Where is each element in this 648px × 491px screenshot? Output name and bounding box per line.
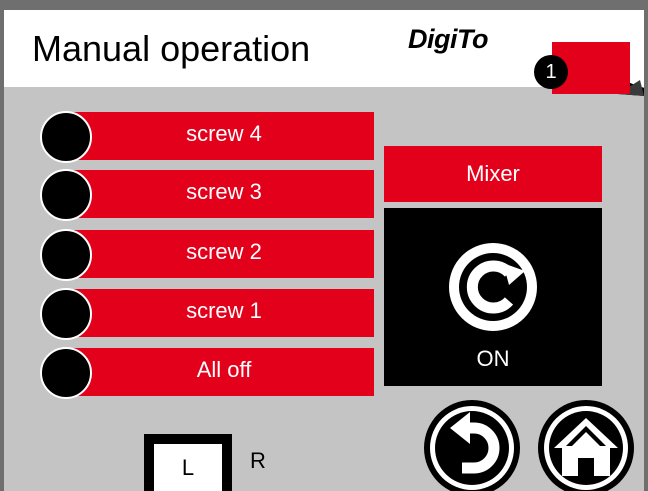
alarm-count-badge[interactable]: 1 (534, 55, 568, 89)
back-arrow-icon[interactable] (422, 398, 522, 491)
screw-3-button[interactable]: screw 3 (40, 169, 374, 221)
side-left-button[interactable]: L (144, 434, 232, 491)
home-icon[interactable] (536, 398, 636, 491)
screw-3-status-lamp (40, 169, 92, 221)
screw-4-status-lamp (40, 111, 92, 163)
screw-1-status-lamp (40, 288, 92, 340)
screw-4-label[interactable]: screw 4 (66, 112, 374, 160)
rotate-clockwise-icon (449, 243, 537, 331)
screw-3-label[interactable]: screw 3 (66, 170, 374, 218)
screw-1-label[interactable]: screw 1 (66, 289, 374, 337)
side-right-button[interactable]: R (250, 448, 266, 474)
screw-2-label[interactable]: screw 2 (66, 230, 374, 278)
side-left-label[interactable]: L (154, 444, 222, 491)
hmi-screen: Manual operation DigiTo 1 screw 4 screw … (4, 10, 644, 491)
mixer-toggle-button[interactable]: ON (384, 208, 602, 386)
all-off-status-lamp (40, 347, 92, 399)
screw-2-button[interactable]: screw 2 (40, 229, 374, 281)
all-off-button[interactable]: All off (40, 347, 374, 399)
mixer-state-label: ON (476, 346, 510, 371)
screw-1-button[interactable]: screw 1 (40, 288, 374, 340)
page-title: Manual operation (32, 28, 311, 69)
all-off-label[interactable]: All off (66, 348, 374, 396)
screw-2-status-lamp (40, 229, 92, 281)
screw-4-button[interactable]: screw 4 (40, 111, 374, 163)
brand-logo: DigiTo (408, 24, 488, 54)
mixer-label: Mixer (384, 146, 602, 202)
mixer-divider (486, 328, 500, 330)
